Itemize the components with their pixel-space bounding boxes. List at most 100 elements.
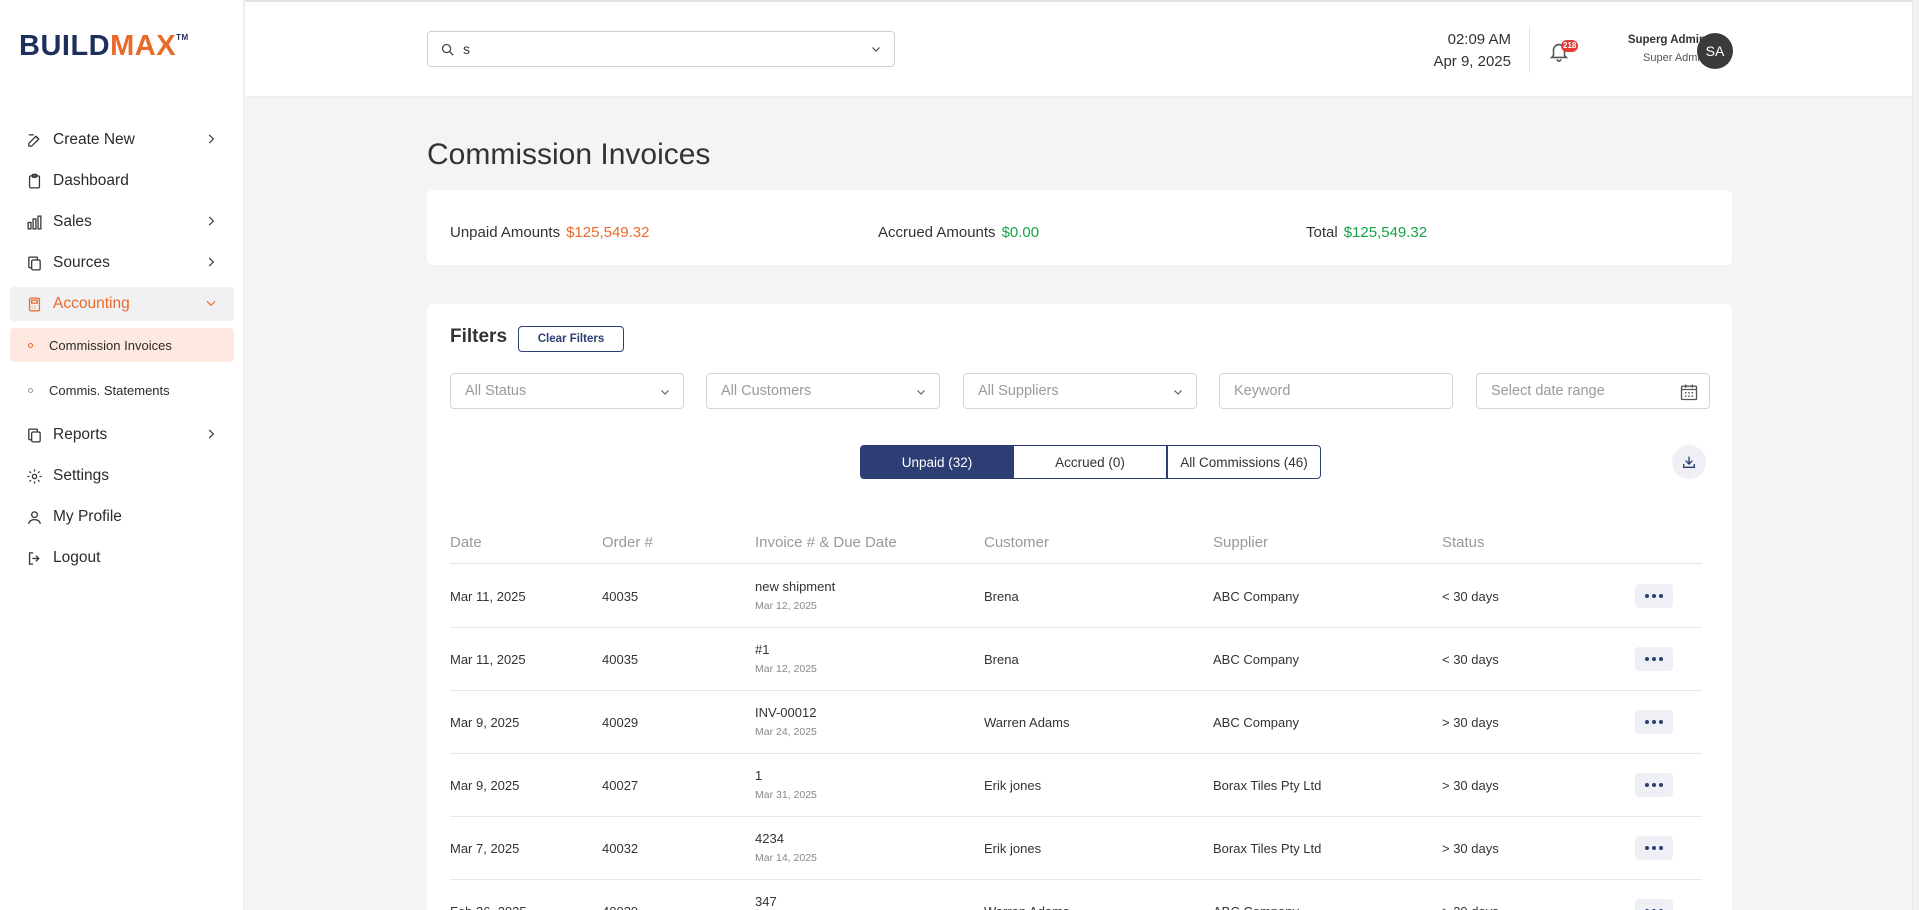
- more-dots-icon: [1645, 783, 1649, 787]
- accrued-amounts: Accrued Amounts $0.00: [878, 224, 1039, 241]
- more-dots-icon: [1652, 657, 1656, 661]
- suppliers-filter[interactable]: All Suppliers: [963, 373, 1197, 409]
- more-dots-icon: [1659, 657, 1663, 661]
- unpaid-value: $125,549.32: [566, 224, 650, 241]
- sidebar-item-accounting[interactable]: Accounting: [10, 287, 234, 321]
- status-filter-value: All Status: [465, 383, 527, 399]
- search-input[interactable]: [463, 41, 870, 57]
- cell-supplier: ABC Company: [1213, 589, 1299, 604]
- status-filter[interactable]: All Status: [450, 373, 684, 409]
- more-dots-icon: [1659, 720, 1663, 724]
- more-dots-icon: [1645, 720, 1649, 724]
- cell-invoice-number: INV-00012: [755, 705, 817, 720]
- total-value: $125,549.32: [1343, 224, 1428, 241]
- row-actions-button[interactable]: [1635, 773, 1673, 797]
- copy-icon: [25, 426, 43, 444]
- table-row[interactable]: Mar 9, 2025 40027 1 Mar 31, 2025 Erik jones B…: [450, 754, 1702, 817]
- table-row[interactable]: Mar 11, 2025 40035 new shipment Mar 12, 202…: [450, 565, 1702, 628]
- more-dots-icon: [1652, 720, 1656, 724]
- chevron-down-icon: [917, 390, 925, 395]
- sidebar-item-logout[interactable]: Logout: [10, 541, 234, 575]
- keyword-field[interactable]: [1219, 373, 1453, 409]
- unpaid-amounts: Unpaid Amounts $125,549.32: [450, 224, 650, 241]
- sidebar-item-label: Dashboard: [53, 172, 129, 189]
- search-icon: [441, 43, 454, 56]
- column-header-invoice[interactable]: Invoice # & Due Date: [755, 534, 897, 551]
- row-actions-button[interactable]: [1635, 899, 1673, 910]
- cell-customer: Brena: [984, 589, 1019, 604]
- user-name: Superg Admin: [1627, 34, 1706, 46]
- sidebar-nav: Create New Dashboard Sales Sources Accou…: [10, 123, 234, 582]
- current-date: Apr 9, 2025: [1433, 53, 1511, 70]
- sidebar-item-sales[interactable]: Sales: [10, 205, 234, 239]
- filters-title: Filters: [450, 326, 508, 347]
- sidebar-item-settings[interactable]: Settings: [10, 459, 234, 493]
- cell-due-date: Mar 12, 2025: [755, 600, 817, 612]
- tab-all-commissions[interactable]: All Commissions (46): [1167, 445, 1321, 479]
- logo[interactable]: BUILDMAXTM: [19, 30, 189, 63]
- header-divider: [1529, 27, 1530, 73]
- cell-status: > 30 days: [1442, 841, 1499, 856]
- cell-order-number: 40029: [602, 715, 639, 730]
- tab-accrued[interactable]: Accrued (0): [1013, 445, 1167, 479]
- date-range-field[interactable]: Select date range: [1476, 373, 1710, 409]
- table-row[interactable]: Mar 9, 2025 40029 INV-00012 Mar 24, 2025 War…: [450, 691, 1702, 754]
- sidebar-item-my-profile[interactable]: My Profile: [10, 500, 234, 534]
- table-row[interactable]: Mar 11, 2025 40035 #1 Mar 12, 2025 Brena ABC …: [450, 628, 1702, 691]
- sidebar-item-label: Settings: [53, 467, 110, 484]
- sidebar-subitem-label: Commis. Statements: [49, 382, 170, 398]
- table-row[interactable]: Feb 26, 2025 40029 347 Warren Adams ABC Comp…: [450, 880, 1702, 910]
- chevron-down-icon: [206, 300, 216, 307]
- date-range-placeholder: Select date range: [1491, 383, 1605, 399]
- cell-due-date: Mar 12, 2025: [755, 663, 817, 675]
- column-header-supplier[interactable]: Supplier: [1213, 534, 1268, 551]
- calendar-icon[interactable]: [1679, 382, 1699, 402]
- invoices-panel: Filters Clear Filters All Status All Cus…: [427, 304, 1732, 910]
- row-actions-button[interactable]: [1635, 584, 1673, 608]
- clock: 02:09 AM Apr 9, 2025: [1423, 29, 1511, 73]
- table-row[interactable]: Mar 7, 2025 40032 4234 Mar 14, 2025 Erik jon…: [450, 817, 1702, 880]
- row-actions-button[interactable]: [1635, 710, 1673, 734]
- column-header-date[interactable]: Date: [450, 534, 482, 551]
- calculator-icon: [25, 295, 43, 313]
- download-button[interactable]: [1672, 445, 1706, 479]
- column-header-order[interactable]: Order #: [602, 534, 653, 551]
- row-actions-button[interactable]: [1635, 836, 1673, 860]
- sidebar-item-dashboard[interactable]: Dashboard: [10, 164, 234, 198]
- top-header: 02:09 AM Apr 9, 2025 218 Superg Admin Su…: [245, 0, 1919, 96]
- sidebar-item-reports[interactable]: Reports: [10, 418, 234, 452]
- sidebar-item-label: Reports: [53, 426, 108, 443]
- cell-order-number: 40035: [602, 652, 639, 667]
- page-scrollbar[interactable]: [1912, 0, 1919, 910]
- column-header-status[interactable]: Status: [1442, 534, 1485, 551]
- cell-supplier: ABC Company: [1213, 652, 1299, 667]
- sidebar-item-label: Sources: [53, 254, 110, 271]
- search-bar[interactable]: [427, 31, 895, 67]
- chevron-down-icon: [1174, 390, 1182, 395]
- notification-badge: 218: [1561, 40, 1579, 52]
- tab-unpaid[interactable]: Unpaid (32): [860, 445, 1014, 479]
- current-time: 02:09 AM: [1447, 31, 1511, 48]
- chevron-down-icon[interactable]: [870, 43, 882, 55]
- clipboard-icon: [25, 172, 43, 190]
- sidebar-item-create-new[interactable]: Create New: [10, 123, 234, 157]
- gear-icon: [25, 467, 43, 485]
- sidebar-subitem-commis-statements[interactable]: Commis. Statements: [10, 373, 234, 407]
- column-header-customer[interactable]: Customer: [984, 534, 1049, 551]
- logout-icon: [25, 549, 43, 567]
- more-dots-icon: [1652, 594, 1656, 598]
- summary-card: Unpaid Amounts $125,549.32 Accrued Amount…: [427, 190, 1732, 265]
- chevron-right-icon: [208, 429, 215, 439]
- download-icon: [1683, 456, 1695, 468]
- more-dots-icon: [1645, 657, 1649, 661]
- avatar[interactable]: SA: [1697, 33, 1733, 69]
- sidebar-subitem-label: Commission Invoices: [49, 337, 172, 353]
- sidebar-item-label: Accounting: [53, 295, 130, 312]
- keyword-input[interactable]: [1234, 383, 1438, 399]
- customers-filter[interactable]: All Customers: [706, 373, 940, 409]
- more-dots-icon: [1645, 594, 1649, 598]
- clear-filters-button[interactable]: Clear Filters: [518, 326, 624, 352]
- sidebar-subitem-commission-invoices[interactable]: Commission Invoices: [10, 328, 234, 362]
- row-actions-button[interactable]: [1635, 647, 1673, 671]
- sidebar-item-sources[interactable]: Sources: [10, 246, 234, 280]
